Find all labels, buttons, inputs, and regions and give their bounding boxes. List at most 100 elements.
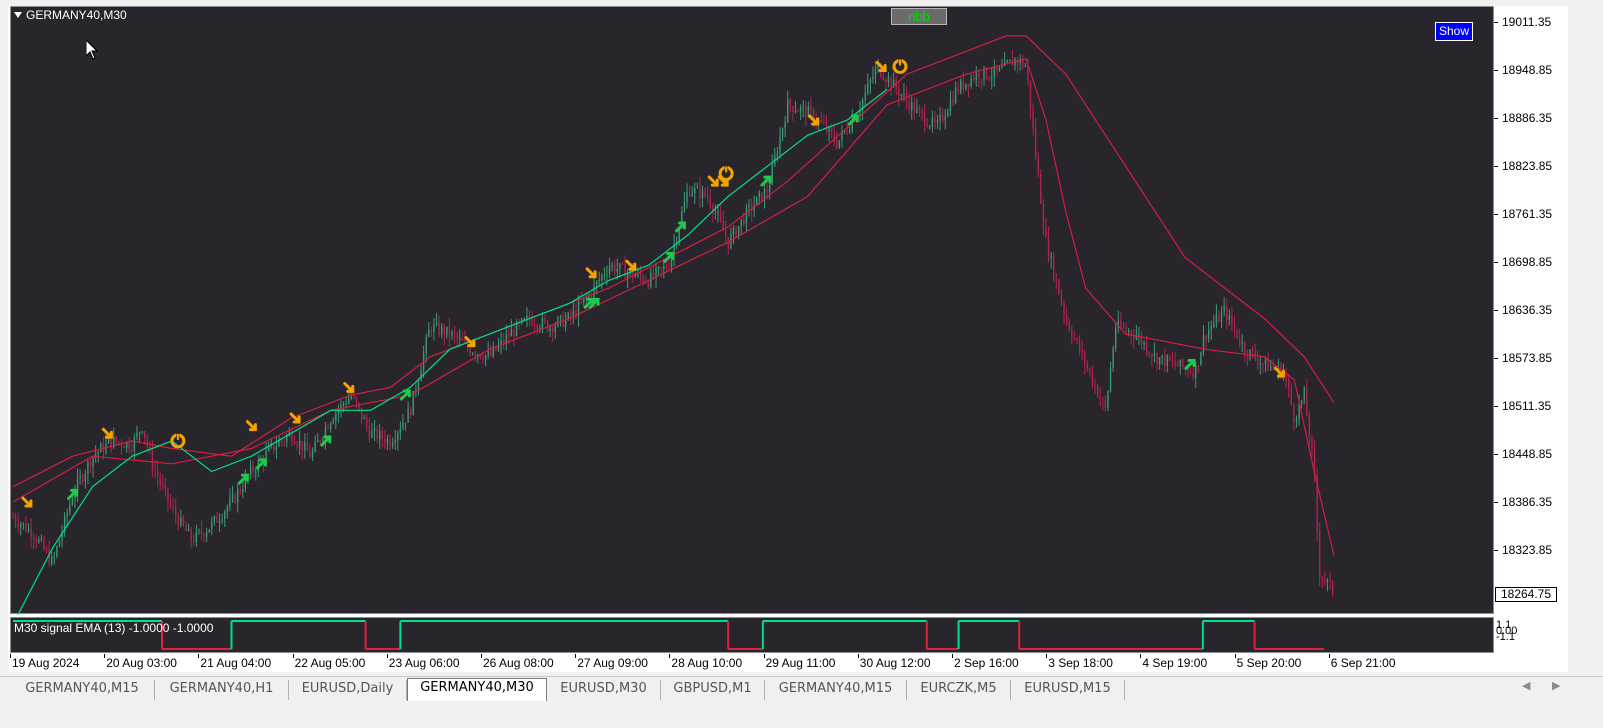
bull-candle	[541, 318, 544, 328]
tab-scroll-left-icon[interactable]: ◀	[1522, 679, 1530, 692]
indicator-pane[interactable]	[10, 617, 1494, 653]
bull-candle	[991, 77, 993, 79]
bear-candle	[1205, 335, 1207, 339]
time-label: 19 Aug 2024	[12, 656, 80, 670]
bear-candle	[1182, 359, 1184, 367]
bear-candle	[699, 186, 701, 199]
bull-candle	[1202, 335, 1205, 353]
bear-candle	[1071, 330, 1073, 338]
bear-candle	[1099, 396, 1101, 400]
bear-candle	[376, 428, 378, 440]
ribb-button[interactable]: ribb	[891, 8, 947, 25]
sell-signal-arrow	[245, 420, 257, 432]
buy-signal-arrow	[760, 175, 772, 187]
price-chart-svg[interactable]	[11, 7, 1495, 615]
bull-candle	[657, 267, 660, 269]
bull-candle	[69, 504, 71, 514]
bear-candle	[621, 263, 624, 265]
bear-candle	[32, 537, 35, 540]
bear-candle	[972, 78, 975, 80]
bear-candle	[14, 517, 17, 523]
bull-candle	[694, 187, 696, 194]
bear-candle	[1053, 256, 1055, 279]
bear-candle	[624, 263, 626, 279]
bear-candle	[43, 539, 45, 550]
bear-candle	[1060, 294, 1063, 304]
tab-eurusd-m30[interactable]: EURUSD,M30	[547, 680, 661, 700]
bear-candle	[453, 331, 456, 335]
bear-candle	[709, 197, 711, 206]
bull-candle	[141, 431, 143, 433]
bear-candle	[1047, 237, 1050, 259]
price-tick	[1494, 118, 1498, 119]
triangle-down-icon[interactable]	[14, 12, 22, 18]
bull-candle	[539, 327, 541, 329]
bear-candle	[882, 76, 884, 80]
time-tick	[10, 654, 11, 658]
bear-candle	[996, 67, 998, 71]
bull-candle	[51, 556, 53, 564]
bear-candle	[1233, 324, 1236, 330]
tab-germany40-h1[interactable]: GERMANY40,H1	[155, 680, 289, 700]
bull-candle	[954, 87, 957, 103]
time-tick	[386, 654, 388, 658]
price-label: 18511.35	[1502, 399, 1552, 413]
bear-candle	[1174, 360, 1176, 365]
bear-candle	[921, 110, 923, 113]
bull-candle	[903, 93, 905, 95]
oscillator-svg[interactable]	[11, 618, 1495, 654]
bear-candle	[252, 466, 254, 472]
show-button[interactable]: Show	[1435, 22, 1473, 41]
bear-candle	[169, 501, 172, 506]
tab-germany40-m15[interactable]: GERMANY40,M15	[765, 680, 907, 700]
tab-germany40-m30[interactable]: GERMANY40,M30	[407, 678, 547, 701]
price-label: 18573.85	[1502, 351, 1553, 365]
bear-candle	[952, 99, 954, 103]
bull-candle	[446, 326, 448, 336]
bull-candle	[975, 72, 977, 80]
bull-candle	[407, 408, 409, 423]
tab-eurusd-daily[interactable]: EURUSD,Daily	[289, 680, 407, 700]
tab-scroll-right-icon[interactable]: ▶	[1552, 679, 1560, 692]
bull-candle	[916, 108, 918, 113]
bull-candle	[998, 67, 1001, 71]
bear-candle	[1293, 404, 1295, 422]
price-tick	[1494, 502, 1498, 503]
symbol-title[interactable]: GERMANY40,M30	[14, 8, 127, 22]
bull-candle	[696, 186, 699, 188]
tab-gbpusd-m1[interactable]: GBPUSD,M1	[661, 680, 765, 700]
bull-candle	[505, 334, 507, 343]
bear-candle	[1068, 321, 1070, 331]
bear-candle	[185, 524, 187, 531]
main-chart-pane[interactable]	[10, 6, 1495, 615]
bear-candle	[1122, 327, 1125, 329]
bear-candle	[1319, 531, 1321, 577]
bull-candle	[1300, 400, 1303, 405]
chart-tab-strip: GERMANY40,M15 GERMANY40,H1 EURUSD,Daily GER…	[0, 676, 1603, 701]
bear-candle	[978, 72, 980, 80]
bull-candle	[66, 513, 68, 516]
bear-candle	[309, 451, 311, 458]
bear-candle	[1148, 352, 1150, 355]
bear-candle	[1094, 384, 1096, 386]
bear-candle	[1231, 314, 1233, 325]
bear-candle	[1192, 373, 1194, 379]
tab-eurczk-m5[interactable]: EURCZK,M5	[907, 680, 1011, 700]
bull-candle	[412, 390, 414, 416]
bear-candle	[1084, 351, 1086, 365]
bear-candle	[688, 192, 691, 196]
indicator-level-label: -1.1	[1496, 631, 1515, 643]
tab-eurusd-m15[interactable]: EURUSD,M15	[1011, 680, 1125, 700]
tab-germany40-m15[interactable]: GERMANY40,M15	[10, 680, 155, 700]
bull-candle	[1115, 327, 1117, 349]
bear-candle	[913, 102, 915, 113]
bull-candle	[939, 115, 941, 121]
price-axis[interactable]: 19011.35 18948.85 18886.35 18823.85 18761.35…	[1494, 6, 1568, 654]
price-label: 18448.85	[1502, 447, 1553, 461]
time-label: 30 Aug 12:00	[859, 656, 931, 670]
time-axis[interactable]: 19 Aug 2024 20 Aug 03:00 21 Aug 04:00 22 Au…	[10, 654, 1494, 672]
bull-candle	[329, 423, 332, 429]
bull-candle	[1050, 256, 1052, 259]
bull-candle	[768, 184, 771, 192]
bear-candle	[552, 327, 554, 332]
